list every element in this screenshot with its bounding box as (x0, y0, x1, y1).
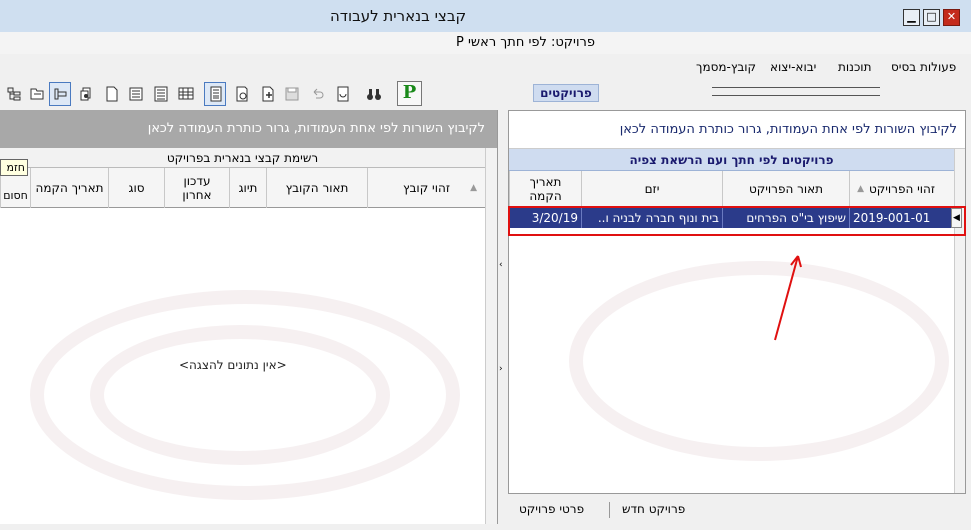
folder-tree-icon[interactable] (25, 82, 47, 106)
tree-view-icon[interactable] (2, 82, 24, 106)
col-type[interactable]: סוג (108, 168, 164, 208)
close-button[interactable]: ✕ (943, 9, 960, 26)
files-grid-pane: לקיבוץ השורות לפי אחת העמודות, גרור כותר… (0, 110, 498, 524)
project-subtitle: פרויקט: לפי חתך ראשי P (0, 32, 971, 54)
projects-group-by-hint[interactable]: לקיבוץ השורות לפי אחת העמודות, גרור כותר… (509, 111, 965, 149)
collapse-right-icon[interactable]: › (499, 364, 503, 374)
copy-document-icon[interactable] (75, 82, 97, 106)
bottom-buttons-bar: פרויקט חדש פרטי פרויקט (508, 498, 966, 524)
new-document-icon[interactable] (100, 82, 122, 106)
col-developer[interactable]: יזם (581, 171, 722, 207)
files-grid-header: זהוי קובץ ▲ תאור הקובץ תיוג עדכון אחרון ס… (0, 168, 485, 208)
app-window: קבצי בנארית לעבודה ▁ □ ✕ פרויקט: לפי חתך… (0, 0, 971, 530)
projects-grid-header: זהוי הפרויקט ▲ תאור הפרויקט יזם תאריך הקמ… (509, 171, 954, 207)
group-by-hint[interactable]: לקיבוץ השורות לפי אחת העמודות, גרור כותר… (0, 110, 497, 148)
projects-grid-scrollbar[interactable] (954, 149, 965, 493)
col-project-created[interactable]: תאריך הקמה (509, 171, 581, 207)
report-document-icon[interactable] (204, 82, 226, 106)
files-grid-scrollbar[interactable] (485, 148, 497, 524)
projects-grid-pane: לקיבוץ השורות לפי אחת העמודות, גרור כותר… (508, 110, 966, 494)
col-project-id[interactable]: זהוי הפרויקט ▲ (849, 171, 954, 207)
p-button[interactable]: P (397, 81, 422, 106)
building-icon[interactable] (149, 82, 171, 106)
menu-bar: קובץ-מסמך יבוא-יצוא תוכנות פעולות בסיס (0, 56, 971, 78)
button-separator (609, 502, 610, 518)
projects-grid-caption: פרויקטים לפי חתך ועם הרשאת צפיה (509, 149, 954, 171)
binoculars-icon[interactable] (362, 82, 384, 106)
form-icon[interactable] (124, 82, 146, 106)
new-project-button[interactable]: פרויקט חדש (622, 502, 685, 516)
col-project-desc[interactable]: תאור הפרויקט (722, 171, 849, 207)
title-bar: קבצי בנארית לעבודה ▁ □ ✕ (0, 0, 971, 32)
project-details-button[interactable]: פרטי פרויקט (519, 502, 584, 516)
document-settings-icon[interactable] (230, 82, 252, 106)
add-document-icon[interactable] (256, 82, 278, 106)
column-tooltip: חזמ (0, 159, 28, 176)
menu-file-document[interactable]: קובץ-מסמך (696, 60, 756, 74)
red-arrow-annotation (774, 255, 802, 341)
menu-import-export[interactable]: יבוא-יצוא (770, 60, 816, 74)
menu-programs[interactable]: תוכנות (838, 60, 871, 74)
maximize-button[interactable]: □ (923, 9, 940, 26)
watermark-logo-right (569, 261, 949, 461)
minimize-button[interactable]: ▁ (903, 9, 920, 26)
col-created-date[interactable]: תאריך הקמה (30, 168, 108, 208)
save-icon[interactable] (280, 82, 302, 106)
files-grid-caption: רשימת קבצי בנארית בפרויקט (0, 148, 485, 168)
window-title: קבצי בנארית לעבודה (330, 7, 467, 25)
refresh-icon[interactable] (331, 82, 353, 106)
project-filter-field[interactable] (712, 87, 880, 96)
undo-icon[interactable] (306, 82, 328, 106)
projects-label: פרויקטים (533, 84, 599, 102)
no-data-message: <אין נתונים להצגה> (179, 358, 287, 372)
window-controls: ▁ □ ✕ (903, 9, 963, 27)
col-file-id[interactable]: זהוי קובץ ▲ (367, 168, 485, 208)
collapse-left-icon[interactable]: ‹ (499, 260, 503, 270)
col-last-update[interactable]: עדכון אחרון (164, 168, 229, 208)
menu-basic-actions[interactable]: פעולות בסיס (891, 60, 956, 74)
grid-table-icon[interactable] (174, 82, 196, 106)
col-tag[interactable]: תיוג (229, 168, 266, 208)
watermark-logo-inner (90, 325, 390, 465)
col-file-desc[interactable]: תאור הקובץ (266, 168, 367, 208)
outline-view-icon[interactable] (49, 82, 71, 106)
highlight-box (508, 206, 966, 236)
pane-splitter[interactable]: ‹ › (498, 110, 508, 524)
